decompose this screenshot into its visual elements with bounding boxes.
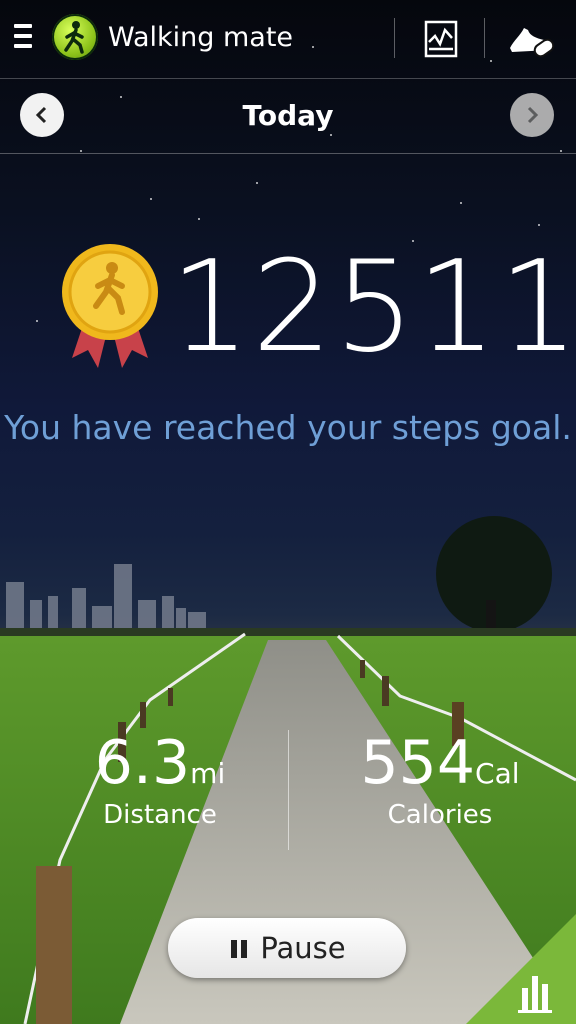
star — [36, 320, 38, 322]
divider — [394, 18, 395, 58]
day-navigation: Today — [0, 78, 576, 154]
menu-icon[interactable] — [14, 24, 32, 54]
calories-stat: 554Cal Calories — [320, 730, 560, 830]
pause-button[interactable]: Pause — [168, 918, 406, 978]
goal-message: You have reached your steps goal. — [4, 408, 572, 447]
day-label: Today — [242, 99, 334, 132]
star — [198, 218, 200, 220]
divider — [484, 18, 485, 58]
calories-label: Calories — [387, 800, 493, 830]
calories-value: 554 — [360, 728, 476, 798]
distance-label: Distance — [103, 800, 217, 830]
app-title: Walking mate — [108, 22, 294, 53]
walking-mate-screen: Walking mate Today 12511 You have reache… — [0, 0, 576, 1024]
step-count: 12511 — [170, 233, 576, 380]
chevron-right-icon[interactable] — [510, 93, 554, 137]
stats-divider — [288, 730, 289, 850]
shoe-icon[interactable] — [504, 14, 555, 64]
star — [538, 224, 540, 226]
pause-label: Pause — [260, 931, 346, 965]
distance-value: 6.3 — [94, 728, 191, 798]
pause-icon — [228, 920, 250, 958]
chart-icon[interactable] — [416, 14, 466, 64]
distance-unit: mi — [190, 757, 226, 790]
walker-icon[interactable] — [52, 14, 98, 60]
calories-unit: Cal — [475, 757, 520, 790]
star — [150, 198, 152, 200]
distance-stat: 6.3mi Distance — [60, 730, 260, 830]
app-header: Walking mate — [0, 0, 576, 79]
medal-icon — [58, 240, 162, 372]
bar-chart-icon[interactable] — [466, 914, 576, 1024]
star — [256, 182, 258, 184]
star — [460, 202, 462, 204]
